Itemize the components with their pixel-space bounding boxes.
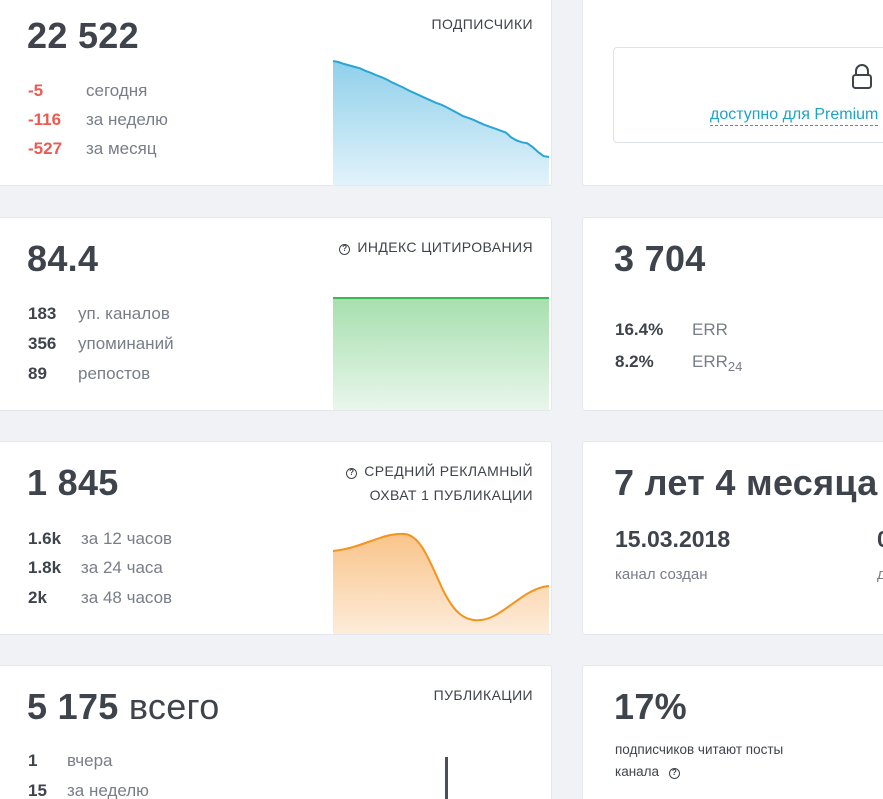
citation-index-value: 84.4 [27,238,99,279]
ad-reach-title: ? СРЕДНИЙ РЕКЛАМНЫЙ ОХВАТ 1 ПУБЛИКАЦИИ [346,459,533,507]
publications-title: ПУБЛИКАЦИИ [433,687,533,703]
secondary-label-fragment: д [877,566,883,583]
subscribers-title: ПОДПИСЧИКИ [431,16,533,32]
subscribers-count: 22 522 [27,15,139,56]
publications-total: 5 175 всего [27,686,220,727]
citation-card: 84.4 ? ИНДЕКС ЦИТИРОВАНИЯ 183 уп. каналов… [0,217,552,411]
subscribers-trend-area [333,61,549,185]
subscribers-trend-chart [333,60,550,185]
ad-reach-trend-chart [333,532,550,634]
channel-age-card: 7 лет 4 месяца 15.03.2018 канал создан 0… [582,441,883,635]
help-icon[interactable]: ? [668,768,680,779]
citation-trend-area [333,298,549,410]
citation-trend-chart [333,297,549,410]
publications-card: 5 175 всего ПУБЛИКАЦИИ 1 вчера 15 за нед… [0,665,552,799]
subscribers-card: 22 522 ПОДПИСЧИКИ -5 сегодня -116 за нед… [0,0,552,186]
engagement-value: 3 704 [614,238,706,279]
premium-link[interactable]: доступно для Premium [710,105,879,126]
citation-title: ? ИНДЕКС ЦИТИРОВАНИЯ [339,235,533,259]
ad-reach-card: 1 845 ? СРЕДНИЙ РЕКЛАМНЫЙ ОХВАТ 1 ПУБЛИКА… [0,441,552,635]
readers-card: 17% подписчиков читают посты канала ? [582,665,883,799]
readers-percent: 17% [614,686,687,727]
lock-icon [852,64,872,89]
secondary-value-fragment: 0 [877,526,883,553]
readers-label-line2: канала ? [615,764,680,779]
channel-age-value: 7 лет 4 месяца [614,462,878,503]
help-icon[interactable]: ? [339,244,351,255]
channel-created-label: канал создан [615,566,708,583]
premium-lock-box[interactable]: доступно для Premium [613,47,883,143]
publications-chart-bar [445,757,448,799]
premium-locked-card: доступно для Premium [582,0,883,186]
ad-reach-value: 1 845 [27,462,119,503]
engagement-card: 3 704 16.4% ERR 8.2% ERR24 [582,217,883,411]
channel-created-date: 15.03.2018 [615,526,731,552]
readers-label-line1: подписчиков читают посты [615,742,784,757]
help-icon[interactable]: ? [346,468,358,479]
